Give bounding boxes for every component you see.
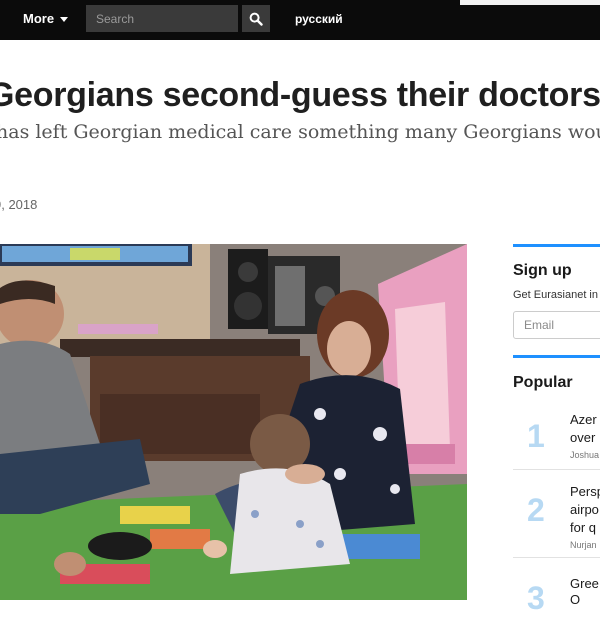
top-navigation-bar: More русский (0, 0, 600, 40)
popular-item-title-line: Gree (570, 576, 599, 591)
divider (513, 469, 600, 470)
search-icon (249, 12, 263, 26)
chevron-down-icon (60, 17, 69, 22)
article-photo (0, 244, 467, 600)
language-switch-link[interactable]: русский (295, 12, 343, 26)
popular-item-title-line: airpo (570, 502, 599, 517)
article-subheadline: has left Georgian medical care something… (0, 121, 600, 143)
more-menu-button[interactable]: More (23, 11, 69, 26)
popular-item-number: 1 (527, 418, 545, 454)
popular-item-title-line: Persp (570, 484, 600, 499)
divider (513, 557, 600, 558)
search-button[interactable] (242, 5, 270, 32)
popular-item-author: Joshua (570, 450, 600, 460)
popular-item[interactable]: 3 Gree O (513, 570, 600, 616)
article-headline: Georgians second-guess their doctors (0, 76, 600, 114)
signup-description: Get Eurasianet in (513, 289, 598, 301)
popular-item-number: 2 (527, 492, 545, 528)
search-input[interactable] (86, 5, 238, 32)
more-menu-label: More (23, 11, 55, 26)
article-date: 9, 2018 (0, 197, 38, 212)
signup-title: Sign up (513, 262, 572, 279)
family-photo-illustration (0, 244, 467, 600)
popular-section-title: Popular (513, 374, 573, 391)
signup-top-rule (513, 244, 600, 247)
header-strip (460, 0, 600, 5)
email-field[interactable] (513, 311, 600, 339)
popular-item-title-line: over (570, 430, 596, 445)
popular-item-title-line: Azer (570, 412, 597, 427)
popular-item-number: 3 (527, 580, 545, 616)
popular-item-author: Nurjan (570, 540, 597, 550)
popular-item[interactable]: 1 Azer over Joshua (513, 408, 600, 470)
popular-item-title-line: for q (570, 520, 597, 535)
popular-item[interactable]: 2 Persp airpo for q Nurjan (513, 478, 600, 558)
popular-top-rule (513, 355, 600, 358)
